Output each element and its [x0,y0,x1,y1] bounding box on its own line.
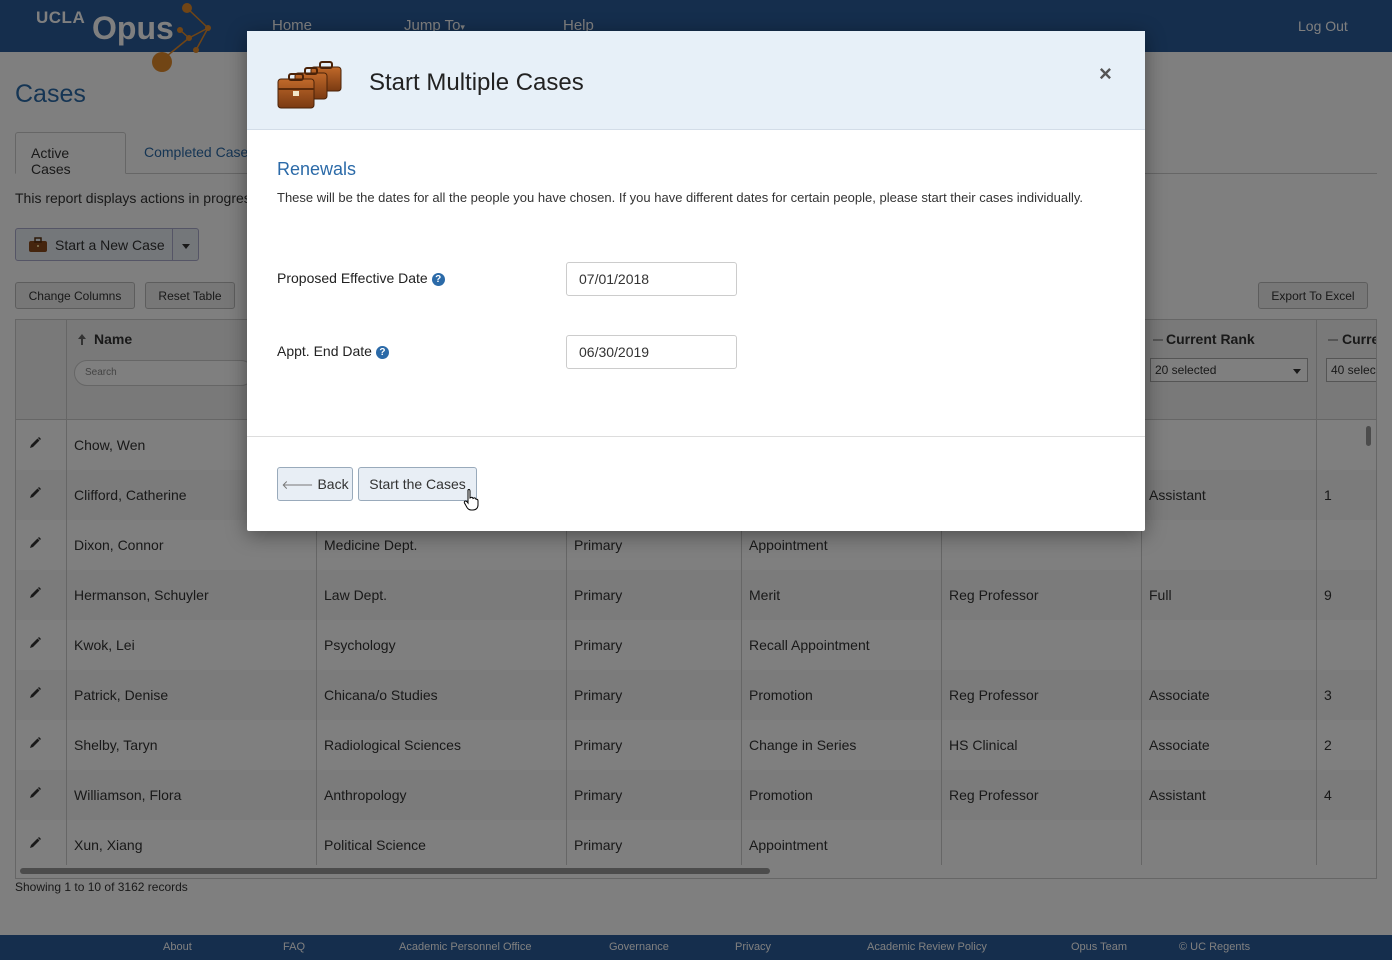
briefcases-icon [277,61,342,109]
help-icon[interactable]: ? [375,346,389,359]
modal-divider [247,436,1145,437]
end-date-label: Appt. End Date? [277,343,389,359]
modal-header: Start Multiple Cases × [247,31,1145,130]
end-date-input[interactable] [566,335,737,369]
close-icon[interactable]: × [1099,61,1112,87]
effective-date-label: Proposed Effective Date? [277,270,445,286]
back-button-label: Back [317,476,349,492]
start-cases-button[interactable]: Start the Cases [358,467,477,501]
modal-description: These will be the dates for all the peop… [277,190,1083,205]
hand-pointer-icon [463,489,479,511]
section-title-renewals: Renewals [277,159,357,179]
help-icon[interactable]: ? [431,273,445,286]
arrow-left-icon: 🡐 [281,478,314,492]
end-date-label-text: Appt. End Date [277,343,372,359]
start-multiple-cases-modal: Start Multiple Cases × Renewals These wi… [247,31,1145,531]
modal-title: Start Multiple Cases [369,69,584,96]
back-button[interactable]: 🡐 Back [277,467,353,501]
effective-date-label-text: Proposed Effective Date [277,270,428,286]
effective-date-input[interactable] [566,262,737,296]
